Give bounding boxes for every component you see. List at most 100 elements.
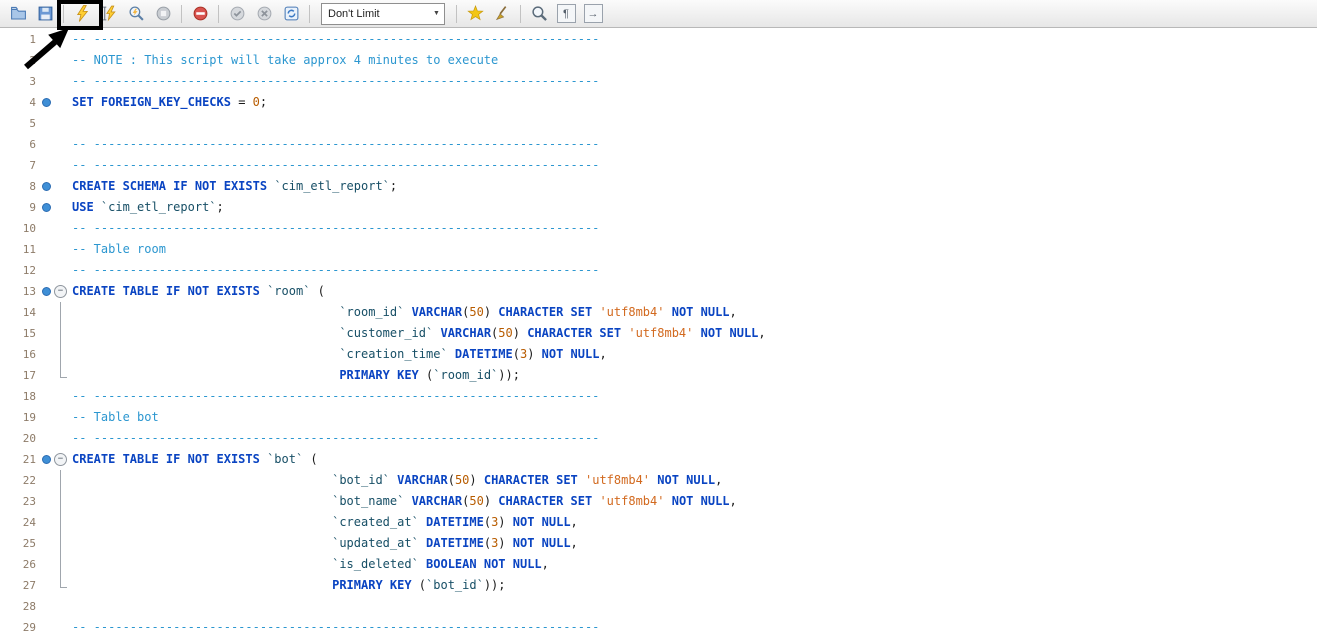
statement-marker-slot (40, 71, 53, 92)
toggle-autocommit-button[interactable] (278, 2, 304, 26)
pilcrow-icon: ¶ (557, 4, 576, 23)
line-number: 6 (0, 134, 40, 155)
code-line[interactable]: 16 `creation_time` DATETIME(3) NOT NULL, (0, 344, 1317, 365)
statement-marker-slot (40, 470, 53, 491)
code-text: -- Table room (68, 239, 166, 260)
code-lines: 1-- ------------------------------------… (0, 29, 1317, 638)
line-number: 2 (0, 50, 40, 71)
line-number: 11 (0, 239, 40, 260)
code-text: `updated_at` DATETIME(3) NOT NULL, (68, 533, 578, 554)
code-line[interactable]: 14 `room_id` VARCHAR(50) CHARACTER SET '… (0, 302, 1317, 323)
code-text: -- -------------------------------------… (68, 617, 599, 638)
explain-magnifier-lightning-icon (128, 5, 145, 22)
autocommit-icon (283, 5, 300, 22)
fold-end-hook (60, 575, 67, 588)
code-text: -- Table bot (68, 407, 159, 428)
row-limit-dropdown[interactable]: Don't Limit ▼ (321, 3, 445, 25)
code-text: -- -------------------------------------… (68, 218, 599, 239)
code-line[interactable]: 24 `created_at` DATETIME(3) NOT NULL, (0, 512, 1317, 533)
fold-column (53, 617, 68, 638)
statement-marker-slot (40, 50, 53, 71)
code-text (68, 596, 72, 617)
line-number: 24 (0, 512, 40, 533)
code-line[interactable]: 6-- ------------------------------------… (0, 134, 1317, 155)
fold-column (53, 596, 68, 617)
statement-marker-slot (40, 491, 53, 512)
fold-column (53, 218, 68, 239)
beautify-script-button[interactable] (462, 2, 488, 26)
code-line[interactable]: 27 PRIMARY KEY (`bot_id`)); (0, 575, 1317, 596)
code-line[interactable]: 26 `is_deleted` BOOLEAN NOT NULL, (0, 554, 1317, 575)
statement-marker-slot (40, 407, 53, 428)
code-line[interactable]: 8CREATE SCHEMA IF NOT EXISTS `cim_etl_re… (0, 176, 1317, 197)
code-line[interactable]: 4SET FOREIGN_KEY_CHECKS = 0; (0, 92, 1317, 113)
code-line[interactable]: 15 `customer_id` VARCHAR(50) CHARACTER S… (0, 323, 1317, 344)
code-text: -- -------------------------------------… (68, 155, 599, 176)
execute-current-statement-button[interactable] (96, 2, 122, 26)
toolbar-separator (63, 5, 64, 23)
code-text: -- -------------------------------------… (68, 428, 599, 449)
toggle-stop-on-error-button[interactable] (187, 2, 213, 26)
code-line[interactable]: 18-- -----------------------------------… (0, 386, 1317, 407)
clear-query-button[interactable] (489, 2, 515, 26)
code-line[interactable]: 12-- -----------------------------------… (0, 260, 1317, 281)
open-script-button[interactable] (5, 2, 31, 26)
fold-column (53, 113, 68, 134)
code-line[interactable]: 23 `bot_name` VARCHAR(50) CHARACTER SET … (0, 491, 1317, 512)
line-number: 25 (0, 533, 40, 554)
code-line[interactable]: 11 -- Table room (0, 239, 1317, 260)
save-script-button[interactable] (32, 2, 58, 26)
code-line[interactable]: 3-- ------------------------------------… (0, 71, 1317, 92)
code-line[interactable]: 7-- ------------------------------------… (0, 155, 1317, 176)
statement-marker-slot (40, 428, 53, 449)
fold-column (53, 554, 68, 575)
code-line[interactable]: 28 (0, 596, 1317, 617)
toggle-invisible-characters-button[interactable]: ¶ (553, 2, 579, 26)
fold-column (53, 323, 68, 344)
statement-marker-slot (40, 365, 53, 386)
fold-toggle-icon[interactable]: − (54, 453, 67, 466)
code-line[interactable]: 9USE `cim_etl_report`; (0, 197, 1317, 218)
line-number: 20 (0, 428, 40, 449)
code-line[interactable]: 22 `bot_id` VARCHAR(50) CHARACTER SET 'u… (0, 470, 1317, 491)
code-line[interactable]: 21−CREATE TABLE IF NOT EXISTS `bot` ( (0, 449, 1317, 470)
line-number: 28 (0, 596, 40, 617)
line-number: 12 (0, 260, 40, 281)
statement-marker-dot (42, 287, 51, 296)
fold-toggle-icon[interactable]: − (54, 285, 67, 298)
code-line[interactable]: 29-- -----------------------------------… (0, 617, 1317, 638)
find-button[interactable] (526, 2, 552, 26)
fold-column (53, 176, 68, 197)
sql-editor[interactable]: 1-- ------------------------------------… (0, 28, 1317, 638)
code-text: -- NOTE : This script will take approx 4… (68, 50, 498, 71)
code-line[interactable]: 10-- -----------------------------------… (0, 218, 1317, 239)
line-number: 14 (0, 302, 40, 323)
line-number: 16 (0, 344, 40, 365)
toggle-word-wrap-button[interactable]: → (580, 2, 606, 26)
code-text: `bot_id` VARCHAR(50) CHARACTER SET 'utf8… (68, 470, 722, 491)
code-line[interactable]: 13−CREATE TABLE IF NOT EXISTS `room` ( (0, 281, 1317, 302)
statement-marker-slot (40, 344, 53, 365)
code-text: SET FOREIGN_KEY_CHECKS = 0; (68, 92, 267, 113)
fold-column (53, 470, 68, 491)
statement-marker-slot (40, 176, 53, 197)
commit-button[interactable] (224, 2, 250, 26)
rollback-button[interactable] (251, 2, 277, 26)
statement-marker-slot (40, 596, 53, 617)
code-line[interactable]: 19-- Table bot (0, 407, 1317, 428)
save-icon (37, 5, 54, 22)
stop-execution-button[interactable] (150, 2, 176, 26)
explain-plan-button[interactable] (123, 2, 149, 26)
code-line[interactable]: 20 -- -----------------------------------… (0, 428, 1317, 449)
code-line[interactable]: 2 -- NOTE : This script will take approx … (0, 50, 1317, 71)
statement-marker-slot (40, 260, 53, 281)
code-line[interactable]: 1-- ------------------------------------… (0, 29, 1317, 50)
code-line[interactable]: 17 PRIMARY KEY (`room_id`)); (0, 365, 1317, 386)
code-text: `room_id` VARCHAR(50) CHARACTER SET 'utf… (68, 302, 737, 323)
code-line[interactable]: 25 `updated_at` DATETIME(3) NOT NULL, (0, 533, 1317, 554)
code-line[interactable]: 5 (0, 113, 1317, 134)
stop-on-error-icon (192, 5, 209, 22)
line-number: 27 (0, 575, 40, 596)
fold-column (53, 239, 68, 260)
execute-script-button[interactable] (69, 2, 95, 26)
